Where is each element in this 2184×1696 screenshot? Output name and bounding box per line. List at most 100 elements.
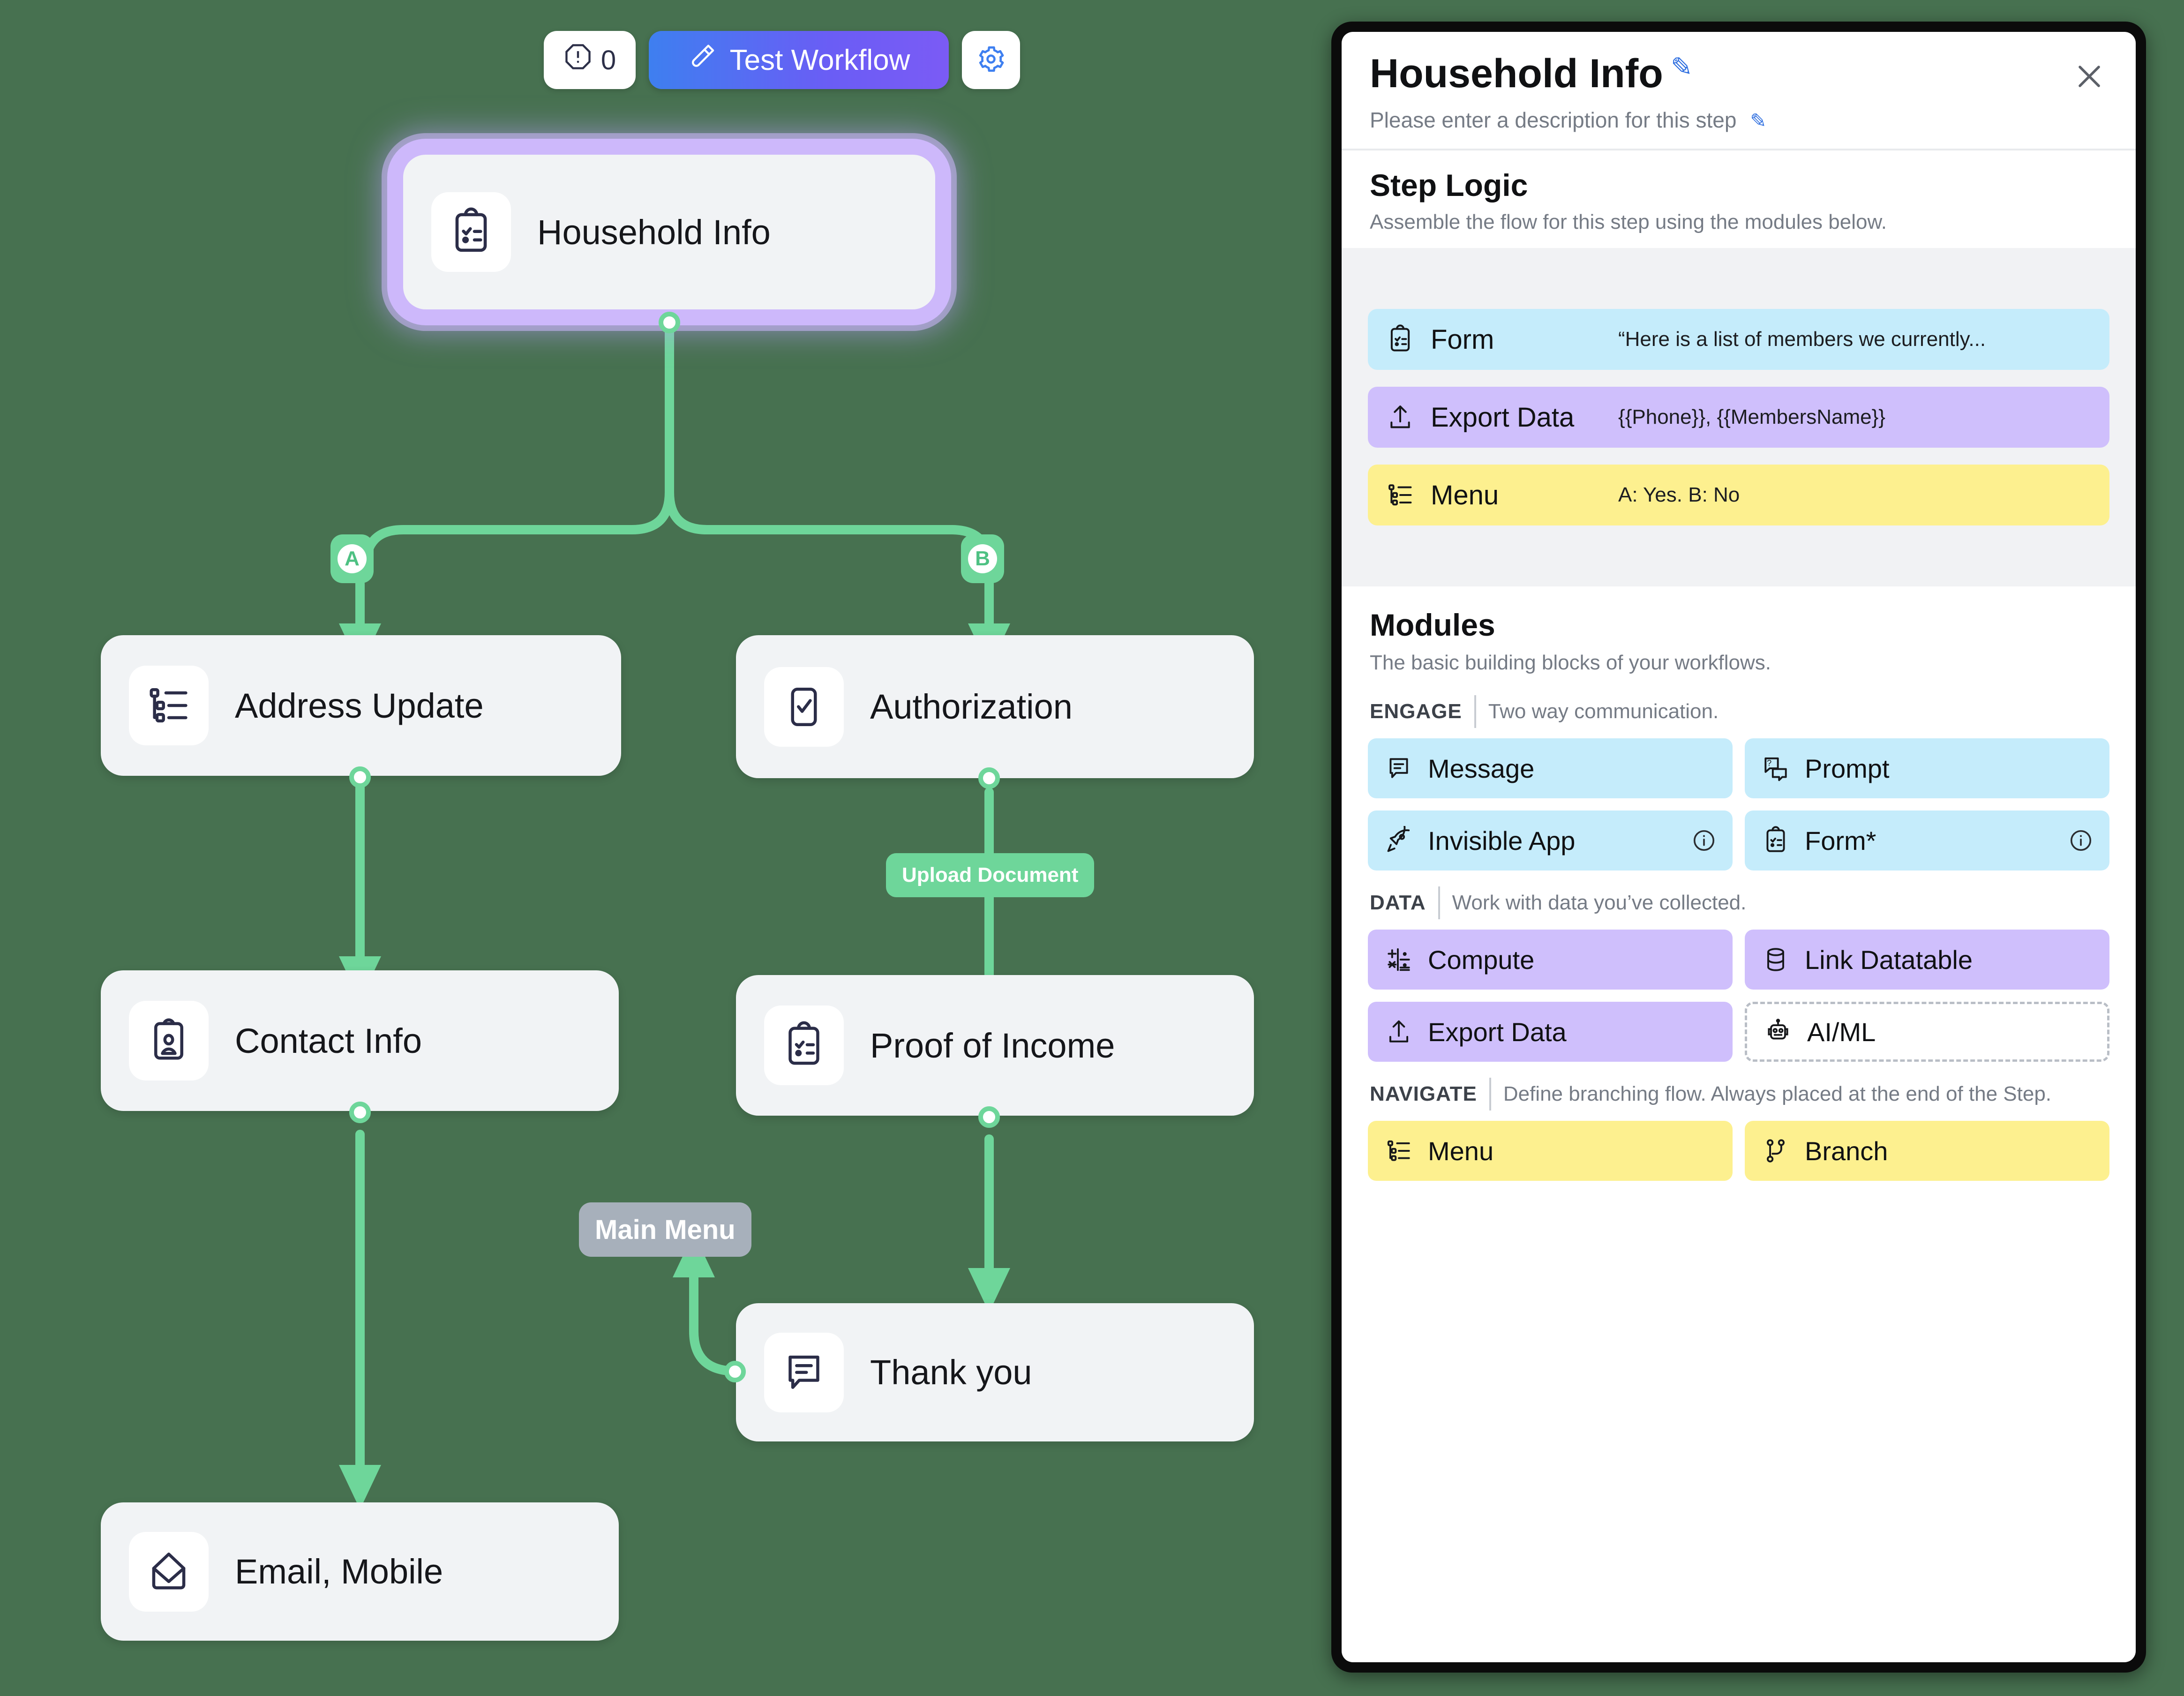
modules-subtitle: The basic building blocks of your workfl… bbox=[1370, 651, 1771, 674]
menu-tree-icon bbox=[1383, 480, 1418, 510]
robot-icon bbox=[1761, 1017, 1795, 1046]
module-card-branch[interactable]: Branch bbox=[1745, 1121, 2109, 1181]
module-card-compute[interactable]: Compute bbox=[1368, 930, 1733, 990]
module-card-ai-ml[interactable]: AI/ML bbox=[1745, 1002, 2109, 1062]
module-card-label: Menu bbox=[1428, 1136, 1494, 1166]
module-group-desc: Two way communication. bbox=[1488, 700, 1719, 723]
module-group-key: DATA bbox=[1370, 891, 1426, 914]
branch-icon bbox=[1759, 1136, 1793, 1165]
node-label: Household Info bbox=[537, 212, 771, 252]
divider bbox=[1474, 695, 1476, 728]
node-address-update[interactable]: Address Update bbox=[101, 635, 621, 776]
node-authorization[interactable]: Authorization bbox=[736, 635, 1254, 778]
panel-description-text: Please enter a description for this step bbox=[1370, 108, 1737, 132]
pencil-icon[interactable]: ✎ bbox=[1671, 52, 1693, 82]
node-label: Contact Info bbox=[235, 1021, 422, 1060]
branch-chip-a[interactable]: A bbox=[330, 534, 374, 583]
node-output-port[interactable] bbox=[724, 1361, 746, 1382]
error-count-label: 0 bbox=[600, 45, 616, 75]
close-icon[interactable] bbox=[2069, 56, 2109, 97]
module-card-label: Invisible App bbox=[1428, 825, 1576, 856]
module-card-menu[interactable]: Menu bbox=[1368, 1121, 1733, 1181]
rocket-icon bbox=[1382, 826, 1416, 855]
modules-header: Modules The basic building blocks of you… bbox=[1342, 586, 2136, 679]
step-logic-list[interactable]: Form “Here is a list of members we curre… bbox=[1342, 248, 2136, 586]
node-icon-box bbox=[764, 1332, 844, 1412]
clipboard-check-icon bbox=[1383, 324, 1418, 354]
clipboard-check-icon bbox=[788, 1021, 819, 1065]
node-label: Authorization bbox=[870, 687, 1073, 726]
step-logic-card-value: “Here is a list of members we currently.… bbox=[1618, 328, 1986, 351]
step-logic-header: Step Logic Assemble the flow for this st… bbox=[1342, 150, 2136, 248]
node-icon-box bbox=[431, 192, 511, 272]
module-card-form[interactable]: Form* bbox=[1745, 810, 2109, 871]
module-group-data-header: DATA Work with data you’ve collected. bbox=[1370, 886, 2109, 919]
module-group-engage-header: ENGAGE Two way communication. bbox=[1370, 695, 2109, 728]
module-group-desc: Work with data you’ve collected. bbox=[1452, 891, 1747, 914]
module-card-label: Message bbox=[1428, 753, 1535, 783]
step-logic-card-form[interactable]: Form “Here is a list of members we curre… bbox=[1368, 309, 2109, 370]
module-card-label: Branch bbox=[1805, 1136, 1888, 1166]
step-logic-subtitle: Assemble the flow for this step using th… bbox=[1370, 210, 1887, 233]
message-icon bbox=[788, 1355, 819, 1389]
edge-label-main-menu[interactable]: Main Menu bbox=[579, 1202, 751, 1257]
upload-icon bbox=[1383, 402, 1418, 432]
pencil-icon[interactable]: ✎ bbox=[1750, 110, 1766, 132]
canvas-toolbar[interactable]: 0 Test Workflow bbox=[544, 31, 1020, 89]
module-card-invisible-app[interactable]: Invisible App bbox=[1368, 810, 1733, 871]
node-contact-info[interactable]: Contact Info bbox=[101, 970, 619, 1111]
svg-text:?: ? bbox=[1767, 758, 1771, 768]
module-card-label: Prompt bbox=[1805, 753, 1890, 783]
envelope-icon bbox=[152, 1552, 186, 1589]
module-card-message[interactable]: Message bbox=[1368, 738, 1733, 798]
settings-button[interactable] bbox=[962, 31, 1020, 89]
divider bbox=[1489, 1078, 1491, 1111]
edge-label-upload-document[interactable]: Upload Document bbox=[886, 853, 1095, 897]
module-group-navigate-header: NAVIGATE Define branching flow. Always p… bbox=[1370, 1078, 2109, 1111]
module-card-export-data[interactable]: Export Data bbox=[1368, 1002, 1733, 1062]
node-household-info[interactable]: Household Info bbox=[403, 155, 935, 309]
node-output-port[interactable] bbox=[659, 312, 680, 333]
node-output-port[interactable] bbox=[978, 1106, 1000, 1128]
node-icon-box bbox=[129, 666, 209, 745]
node-output-port[interactable] bbox=[349, 766, 371, 788]
module-card-label: AI/ML bbox=[1807, 1017, 1876, 1047]
module-card-label: Link Datatable bbox=[1805, 945, 1973, 975]
node-label: Address Update bbox=[235, 686, 484, 725]
clipboard-check-icon bbox=[1759, 826, 1793, 855]
menu-tree-icon bbox=[150, 688, 188, 723]
step-logic-card-name: Export Data bbox=[1431, 402, 1575, 433]
step-logic-card-name: Menu bbox=[1431, 480, 1499, 510]
test-workflow-label: Test Workflow bbox=[729, 44, 910, 76]
module-card-label: Compute bbox=[1428, 945, 1535, 975]
branch-chip-b-letter: B bbox=[968, 544, 997, 573]
compute-icon bbox=[1382, 945, 1416, 974]
message-icon bbox=[1382, 754, 1416, 783]
contact-card-icon bbox=[154, 1018, 183, 1060]
node-proof-of-income[interactable]: Proof of Income bbox=[736, 975, 1254, 1116]
node-label: Proof of Income bbox=[870, 1026, 1115, 1065]
module-grid-navigate: Menu Branch bbox=[1368, 1121, 2109, 1181]
step-logic-card-value: A: Yes. B: No bbox=[1618, 483, 1740, 506]
module-card-prompt[interactable]: ? Prompt bbox=[1745, 738, 2109, 798]
step-logic-title: Step Logic bbox=[1370, 168, 1528, 203]
module-grid-data: Compute Link Datatable Export Data AI/ML bbox=[1368, 930, 2109, 1062]
test-workflow-button[interactable]: Test Workflow bbox=[649, 31, 949, 89]
node-email-mobile[interactable]: Email, Mobile bbox=[101, 1502, 619, 1641]
node-output-port[interactable] bbox=[978, 767, 1000, 789]
modules-title: Modules bbox=[1370, 608, 1495, 642]
node-output-port[interactable] bbox=[349, 1102, 371, 1123]
node-thank-you[interactable]: Thank you bbox=[736, 1303, 1254, 1441]
info-icon[interactable] bbox=[1691, 828, 1717, 853]
module-card-link-datatable[interactable]: Link Datatable bbox=[1745, 930, 2109, 990]
step-logic-card-menu[interactable]: Menu A: Yes. B: No bbox=[1368, 465, 2109, 525]
gear-icon bbox=[976, 44, 1006, 77]
alert-octagon-icon bbox=[563, 42, 593, 78]
info-icon[interactable] bbox=[2068, 828, 2094, 853]
branch-chip-b[interactable]: B bbox=[961, 534, 1004, 583]
edge-label-text: Upload Document bbox=[902, 863, 1079, 886]
error-count-button[interactable]: 0 bbox=[544, 31, 636, 89]
node-label: Thank you bbox=[870, 1353, 1032, 1392]
step-logic-card-export-data[interactable]: Export Data {{Phone}}, {{MembersName}} bbox=[1368, 387, 2109, 448]
module-card-label: Export Data bbox=[1428, 1017, 1567, 1047]
